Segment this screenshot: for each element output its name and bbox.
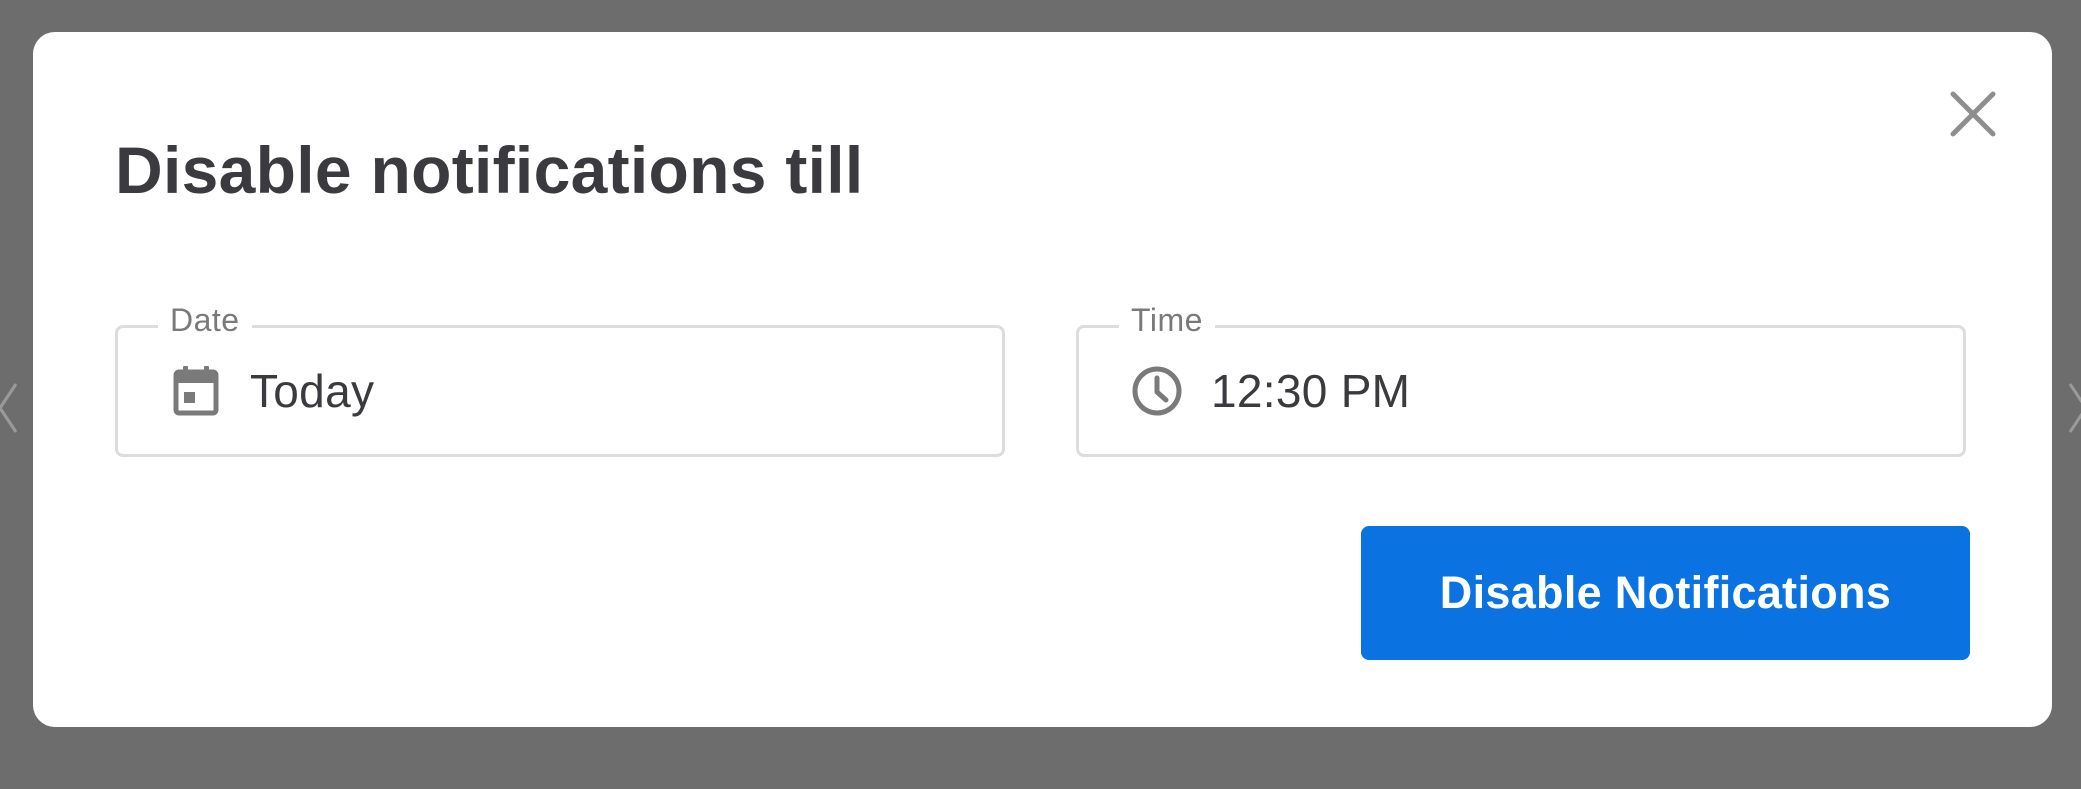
dialog-title: Disable notifications till: [115, 133, 864, 207]
close-icon: [1950, 91, 1996, 137]
date-field-value: Today: [250, 365, 375, 417]
clock-icon: [1131, 365, 1183, 417]
date-field-content: Today: [170, 328, 374, 454]
time-field-content: 12:30 PM: [1131, 328, 1410, 454]
close-button[interactable]: [1943, 84, 2003, 144]
time-field-value: 12:30 PM: [1211, 365, 1411, 417]
date-field[interactable]: Date Today: [115, 302, 1005, 457]
disable-notifications-button[interactable]: Disable Notifications: [1361, 526, 1970, 660]
time-field[interactable]: Time 12:30 PM: [1076, 302, 1966, 457]
next-arrow-icon[interactable]: [2062, 378, 2081, 438]
previous-arrow-icon[interactable]: [0, 378, 24, 438]
calendar-icon: [170, 365, 222, 417]
disable-notifications-dialog: Disable notifications till Date Today Ti…: [33, 32, 2052, 727]
